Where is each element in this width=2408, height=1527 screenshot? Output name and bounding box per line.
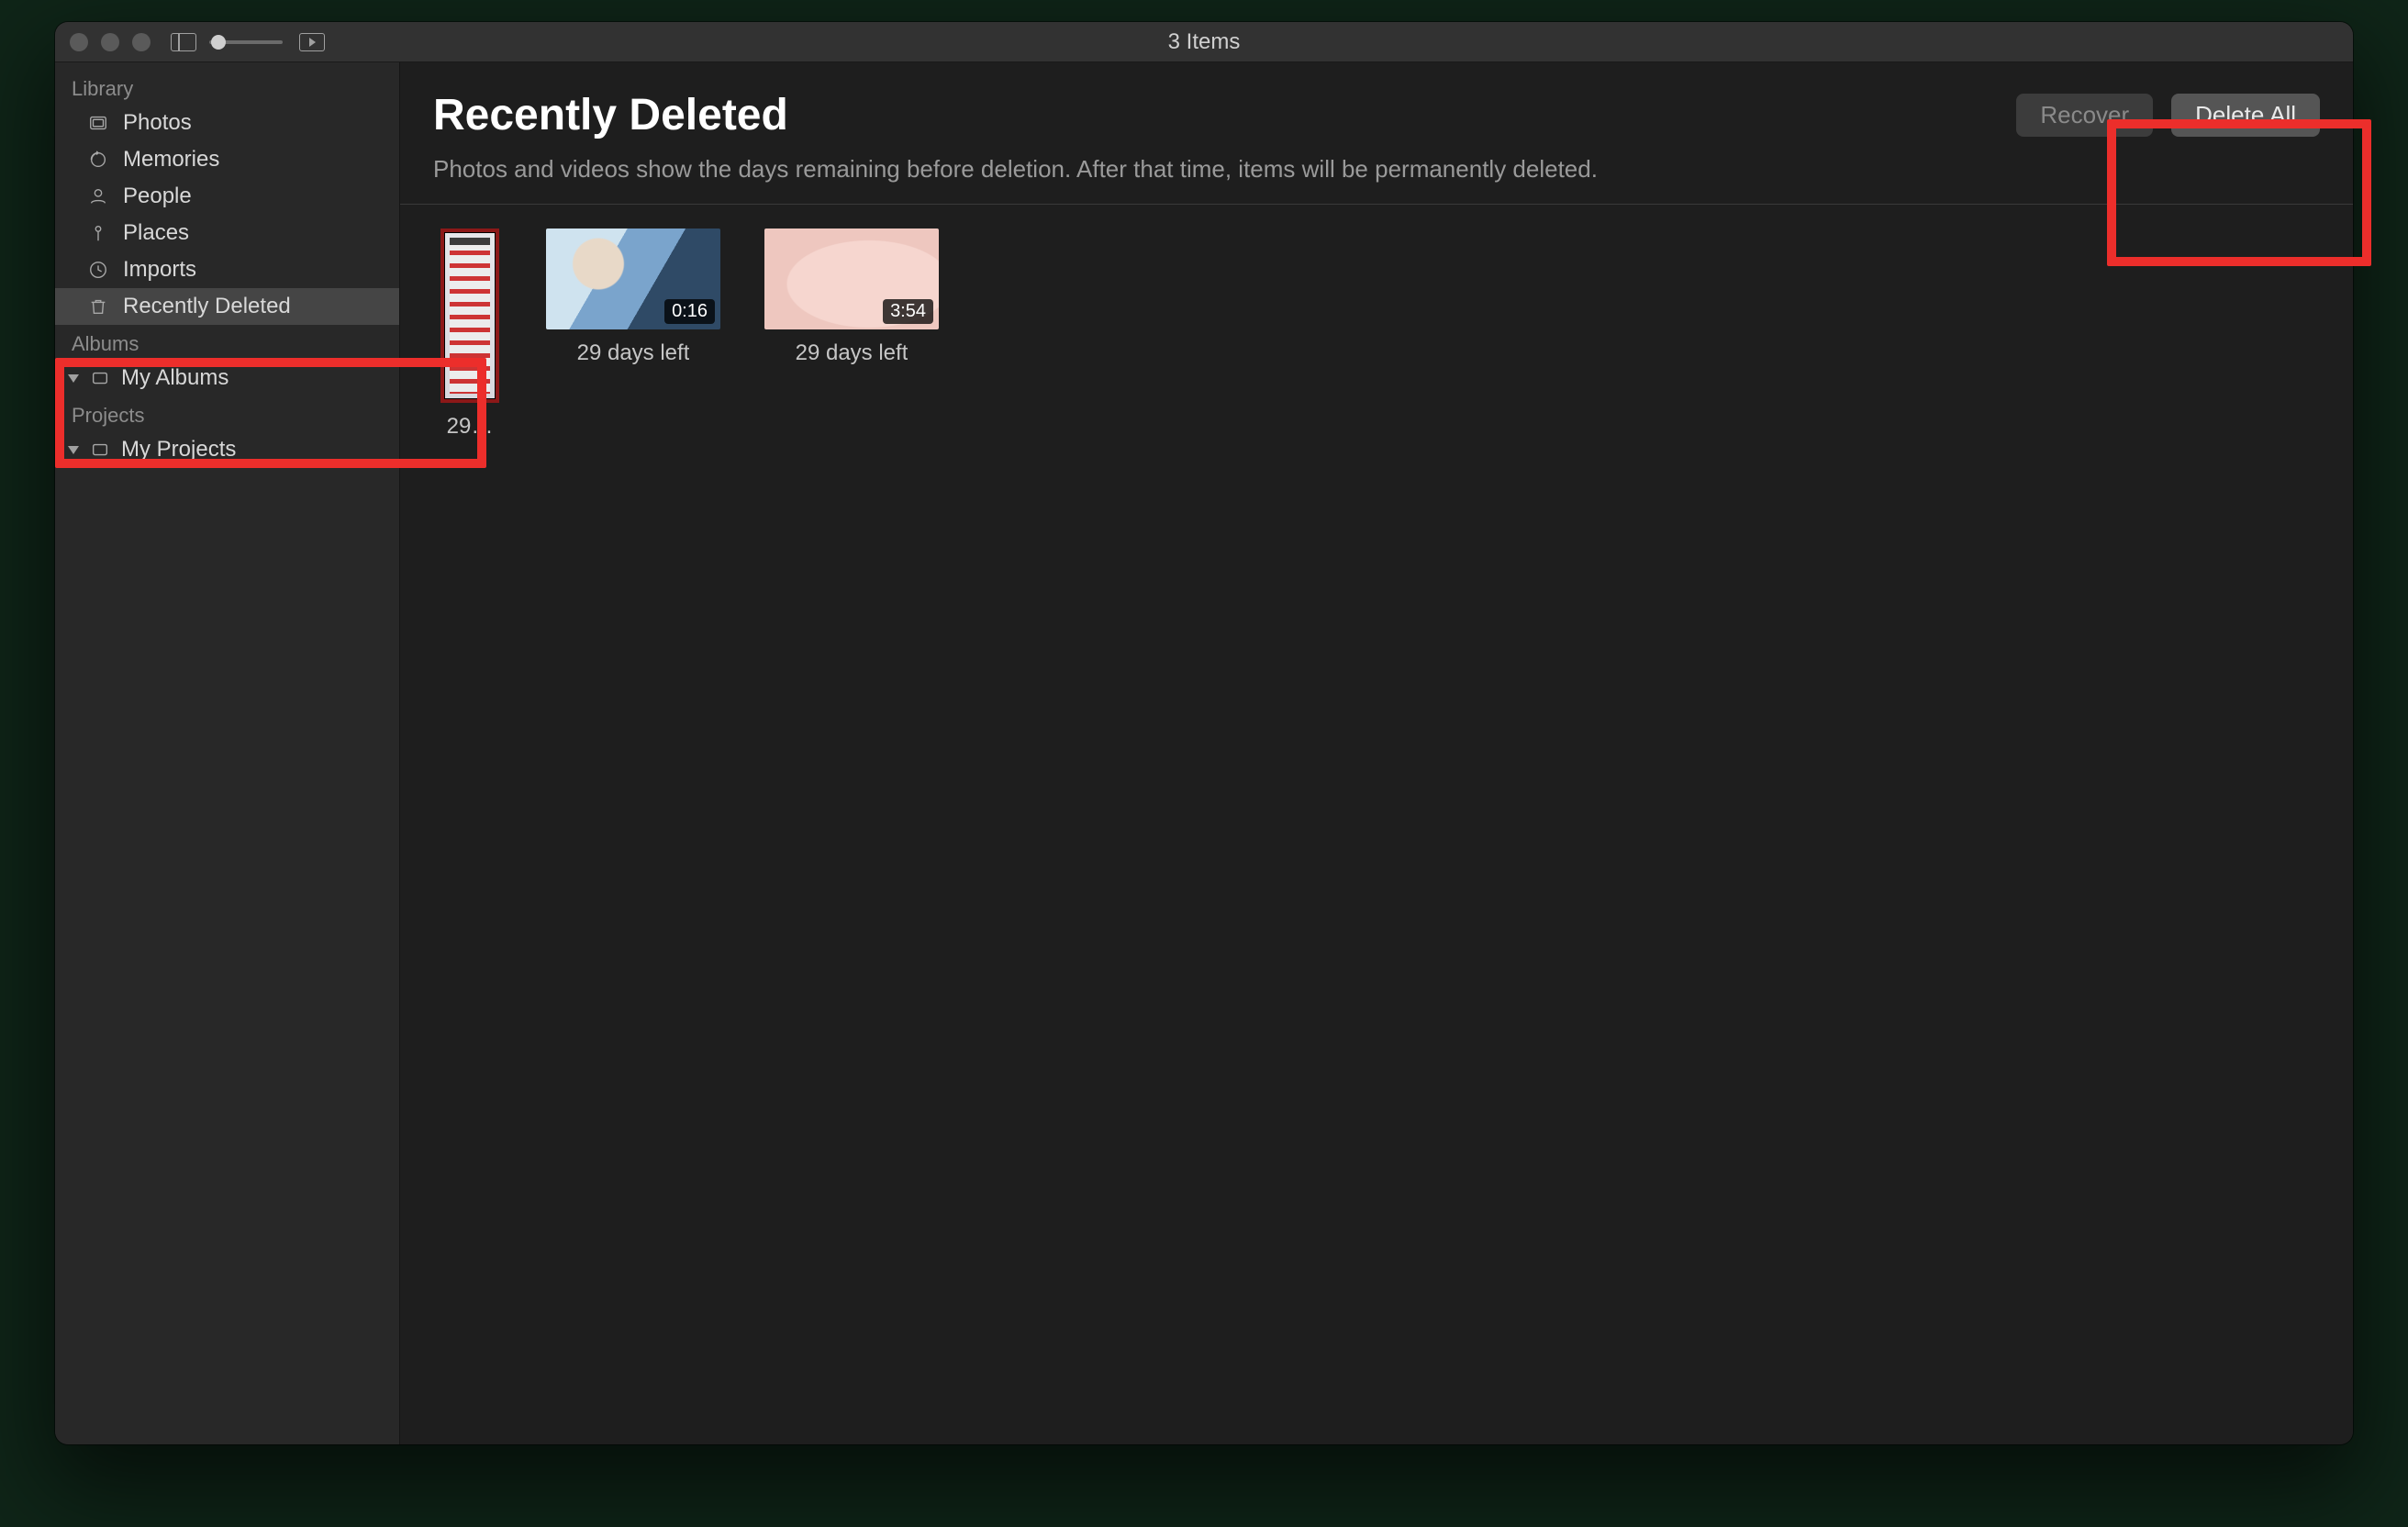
app-window: 3 Items Library Photos Memories — [55, 22, 2353, 1444]
trash-icon — [86, 295, 110, 318]
photo-thumbnail — [440, 228, 499, 403]
sidebar-item-label: Places — [123, 220, 381, 246]
sidebar-toggle-icon[interactable] — [171, 33, 196, 51]
sidebar-item-label: People — [123, 184, 381, 209]
days-left-label: 29 days left — [796, 340, 909, 366]
header-actions: Recover Delete All — [2016, 94, 2320, 137]
days-left-label: 29 days left — [577, 340, 690, 366]
slideshow-button[interactable] — [299, 33, 325, 51]
sidebar-section-library: Library — [55, 70, 399, 105]
days-left-label: 29… — [440, 414, 499, 440]
recover-button[interactable]: Recover — [2016, 94, 2153, 137]
sidebar-item-label: My Albums — [121, 365, 229, 391]
media-item[interactable]: 3:54 29 days left — [760, 228, 943, 366]
sidebar-item-places[interactable]: Places — [55, 215, 399, 251]
sidebar-item-memories[interactable]: Memories — [55, 141, 399, 178]
thumbnail-zoom-slider[interactable] — [209, 40, 283, 44]
album-icon — [88, 366, 112, 390]
media-item[interactable]: 29… — [433, 228, 507, 440]
photos-icon — [86, 111, 110, 135]
sidebar-item-my-projects[interactable]: My Projects — [55, 431, 399, 468]
titlebar-title: 3 Items — [55, 29, 2353, 55]
video-duration-badge: 0:16 — [664, 299, 715, 324]
sidebar-section-projects: Projects — [55, 396, 399, 431]
video-thumbnail: 0:16 — [546, 228, 720, 329]
page-subtitle: Photos and videos show the days remainin… — [433, 155, 2320, 184]
minimize-window-button[interactable] — [101, 33, 119, 51]
delete-all-button[interactable]: Delete All — [2171, 94, 2320, 137]
main-content: Recently Deleted Recover Delete All Phot… — [400, 62, 2353, 1444]
sidebar-item-people[interactable]: People — [55, 178, 399, 215]
main-header: Recently Deleted Recover Delete All Phot… — [400, 62, 2353, 205]
video-duration-badge: 3:54 — [883, 299, 933, 324]
album-icon — [88, 438, 112, 462]
close-window-button[interactable] — [70, 33, 88, 51]
fullscreen-window-button[interactable] — [132, 33, 150, 51]
sidebar-item-label: My Projects — [121, 437, 236, 463]
sidebar-item-recently-deleted[interactable]: Recently Deleted — [55, 288, 399, 325]
sidebar-item-label: Imports — [123, 257, 381, 283]
sidebar-item-imports[interactable]: Imports — [55, 251, 399, 288]
sidebar-section-albums: Albums — [55, 325, 399, 360]
chevron-down-icon — [68, 374, 79, 383]
sidebar-item-label: Photos — [123, 110, 381, 136]
sidebar: Library Photos Memories — [55, 62, 400, 1444]
video-thumbnail: 3:54 — [764, 228, 939, 329]
media-item[interactable]: 0:16 29 days left — [541, 228, 725, 366]
thumbnail-grid: 29… 0:16 29 days left 3:54 29 days left — [400, 205, 2353, 463]
sidebar-item-label: Recently Deleted — [123, 294, 381, 319]
imports-icon — [86, 258, 110, 282]
toolbar-controls — [171, 33, 325, 51]
window-controls — [70, 33, 150, 51]
sidebar-item-label: Memories — [123, 147, 381, 173]
sidebar-item-photos[interactable]: Photos — [55, 105, 399, 141]
chevron-down-icon — [68, 446, 79, 454]
places-icon — [86, 221, 110, 245]
titlebar: 3 Items — [55, 22, 2353, 62]
people-icon — [86, 184, 110, 208]
page-title: Recently Deleted — [433, 90, 788, 140]
sidebar-item-my-albums[interactable]: My Albums — [55, 360, 399, 396]
memories-icon — [86, 148, 110, 172]
